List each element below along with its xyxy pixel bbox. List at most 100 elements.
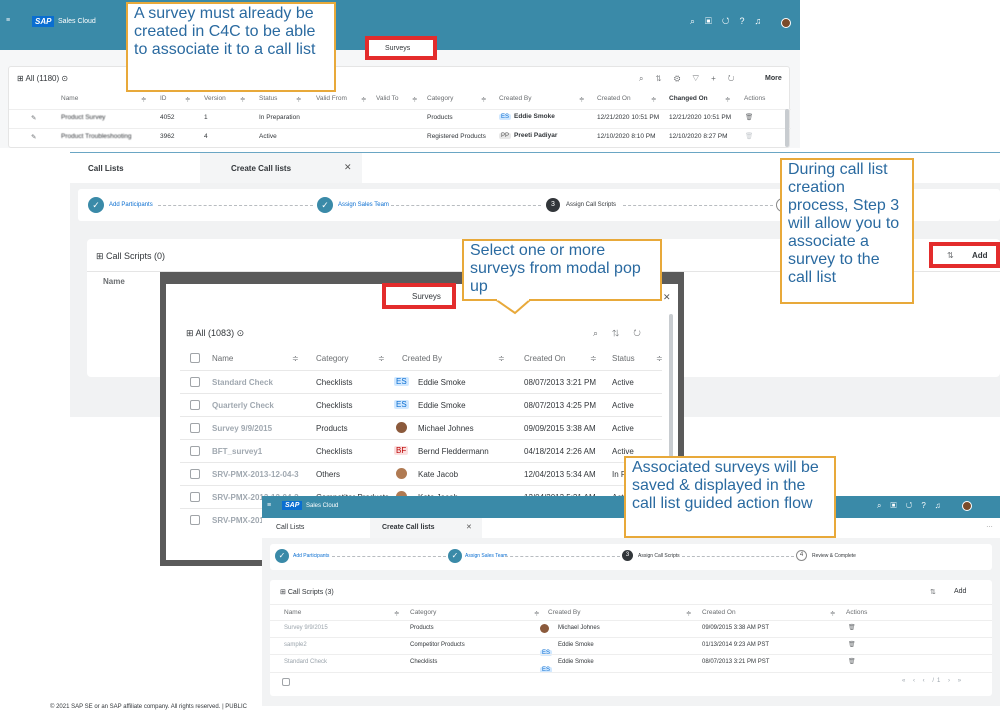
- step-assign-call-scripts[interactable]: Assign Call Scripts: [566, 202, 616, 208]
- col-name[interactable]: Name: [61, 95, 78, 102]
- history-icon[interactable]: ↺: [722, 16, 740, 26]
- select-all-checkbox[interactable]: [282, 678, 290, 686]
- row-checkbox[interactable]: [190, 469, 200, 479]
- col-changed-on[interactable]: Changed On: [669, 95, 708, 102]
- row-checkbox[interactable]: [190, 515, 200, 525]
- add-button[interactable]: Add: [972, 251, 988, 260]
- check-icon[interactable]: ✓: [448, 549, 462, 563]
- step-assign-sales-team[interactable]: Assign Sales Team: [338, 202, 389, 208]
- user-avatar[interactable]: [962, 501, 972, 511]
- add-button[interactable]: Add: [954, 588, 966, 595]
- table-row[interactable]: ✎ Product Troubleshooting 3962 4 Active …: [9, 128, 791, 146]
- table-row[interactable]: sample2 Competitor Products ES Eddie Smo…: [270, 637, 992, 656]
- row-checkbox[interactable]: [190, 492, 200, 502]
- step-assign-sales-team[interactable]: Assign Sales Team: [465, 553, 507, 559]
- row-checkbox[interactable]: [190, 446, 200, 456]
- surveys-label[interactable]: Surveys: [412, 292, 441, 301]
- table-row[interactable]: Standard Check Checklists ES Eddie Smoke…: [180, 370, 662, 393]
- table-row[interactable]: Quarterly Check Checklists ES Eddie Smok…: [180, 393, 662, 416]
- menu-icon[interactable]: ≡: [267, 502, 271, 509]
- col-status[interactable]: Status: [259, 95, 277, 102]
- table-row[interactable]: Survey 9/9/2015 Products Michael Johnes …: [270, 620, 992, 637]
- col-created-by[interactable]: Created By: [548, 609, 581, 616]
- surveys-label[interactable]: Surveys: [385, 45, 410, 52]
- step-review-complete[interactable]: Review & Complete: [812, 553, 856, 559]
- row-checkbox[interactable]: [190, 423, 200, 433]
- tab-call-lists[interactable]: Call Lists: [88, 164, 124, 173]
- tab-call-lists[interactable]: Call Lists: [276, 524, 304, 531]
- user-avatar[interactable]: [781, 18, 791, 28]
- sort-icon[interactable]: ⇅: [655, 74, 673, 83]
- table-row[interactable]: BFT_survey1 Checklists BF Bernd Fledderm…: [180, 439, 662, 462]
- sort-icon[interactable]: ⇅: [930, 588, 936, 596]
- step-number[interactable]: 4: [796, 550, 807, 561]
- col-created-on[interactable]: Created On: [702, 609, 736, 616]
- col-name[interactable]: Name: [103, 277, 125, 286]
- step-number[interactable]: 3: [546, 198, 560, 212]
- close-icon[interactable]: ✕: [663, 292, 671, 303]
- col-valid-to[interactable]: Valid To: [376, 95, 399, 102]
- col-valid-from[interactable]: Valid From: [316, 95, 347, 102]
- col-created-by[interactable]: Created By: [499, 95, 532, 102]
- col-status[interactable]: Status: [612, 354, 635, 363]
- delete-icon[interactable]: 🗑: [848, 624, 856, 631]
- col-name[interactable]: Name: [284, 609, 301, 616]
- search-icon[interactable]: ⌕: [639, 74, 655, 83]
- col-created-on[interactable]: Created On: [597, 95, 631, 102]
- col-name[interactable]: Name: [212, 354, 233, 363]
- search-icon[interactable]: ⌕: [877, 501, 890, 510]
- refresh-icon[interactable]: ↻: [633, 328, 655, 338]
- sort-icon[interactable]: ⇅: [612, 328, 633, 338]
- check-icon[interactable]: ✓: [275, 549, 289, 563]
- history-icon[interactable]: ↺: [906, 501, 922, 510]
- tab-create-call-lists[interactable]: Create Call lists ✕: [200, 153, 362, 183]
- more-button[interactable]: More: [765, 75, 782, 82]
- edit-icon[interactable]: ✎: [31, 114, 36, 122]
- search-icon[interactable]: ⌕: [690, 16, 705, 26]
- check-icon[interactable]: ✓: [317, 197, 333, 213]
- help-icon[interactable]: ?: [740, 16, 755, 26]
- table-row[interactable]: Survey 9/9/2015 Products Michael Johnes …: [180, 416, 662, 439]
- select-all-checkbox[interactable]: [190, 353, 200, 363]
- feed-icon[interactable]: ▣: [705, 16, 722, 26]
- step-add-participants[interactable]: Add Participants: [293, 553, 329, 559]
- bell-icon[interactable]: ♫: [935, 501, 950, 510]
- delete-icon[interactable]: 🗑: [848, 641, 856, 648]
- step-assign-call-scripts[interactable]: Assign Call Scripts: [638, 553, 680, 559]
- feed-icon[interactable]: ▣: [890, 501, 905, 510]
- table-row[interactable]: SRV-PMX-2013-12-04-3 Others Kate Jacob 1…: [180, 462, 662, 485]
- settings-icon[interactable]: ⚙: [674, 74, 692, 83]
- edit-icon[interactable]: ✎: [31, 133, 36, 141]
- table-row[interactable]: ✎ Product Survey 4052 1 In Preparation P…: [9, 109, 791, 127]
- row-checkbox[interactable]: [190, 377, 200, 387]
- delete-icon[interactable]: 🗑: [848, 658, 856, 665]
- table-row[interactable]: Standard Check Checklists ES Eddie Smoke…: [270, 654, 992, 673]
- step-number[interactable]: 3: [622, 550, 633, 561]
- delete-icon[interactable]: 🗑: [745, 113, 753, 121]
- col-id[interactable]: ID: [160, 95, 167, 102]
- filter-icon[interactable]: ▽: [692, 74, 711, 83]
- col-category[interactable]: Category: [316, 354, 348, 363]
- close-icon[interactable]: ✕: [466, 523, 472, 531]
- tab-create-call-lists[interactable]: Create Call lists ✕: [370, 518, 482, 538]
- bell-icon[interactable]: ♫: [755, 16, 772, 26]
- pager[interactable]: « ‹ ‹ /1 › »: [902, 678, 964, 684]
- col-created-on[interactable]: Created On: [524, 354, 565, 363]
- col-created-by[interactable]: Created By: [402, 354, 442, 363]
- add-icon[interactable]: +: [711, 74, 728, 83]
- check-icon[interactable]: ✓: [88, 197, 104, 213]
- col-version[interactable]: Version: [204, 95, 226, 102]
- col-category[interactable]: Category: [427, 95, 453, 102]
- help-icon[interactable]: ?: [921, 501, 934, 510]
- refresh-icon[interactable]: ↻: [728, 74, 747, 83]
- row-checkbox[interactable]: [190, 400, 200, 410]
- col-category[interactable]: Category: [410, 609, 436, 616]
- delete-icon[interactable]: 🗑: [745, 132, 753, 140]
- step-add-participants[interactable]: Add Participants: [109, 202, 153, 208]
- sort-icon[interactable]: ⇅: [947, 251, 954, 260]
- menu-icon[interactable]: ≡: [6, 17, 10, 24]
- close-icon[interactable]: ✕: [344, 162, 352, 173]
- scrollbar[interactable]: [785, 109, 789, 147]
- overflow-icon[interactable]: …: [986, 522, 993, 529]
- search-icon[interactable]: ⌕: [593, 328, 612, 338]
